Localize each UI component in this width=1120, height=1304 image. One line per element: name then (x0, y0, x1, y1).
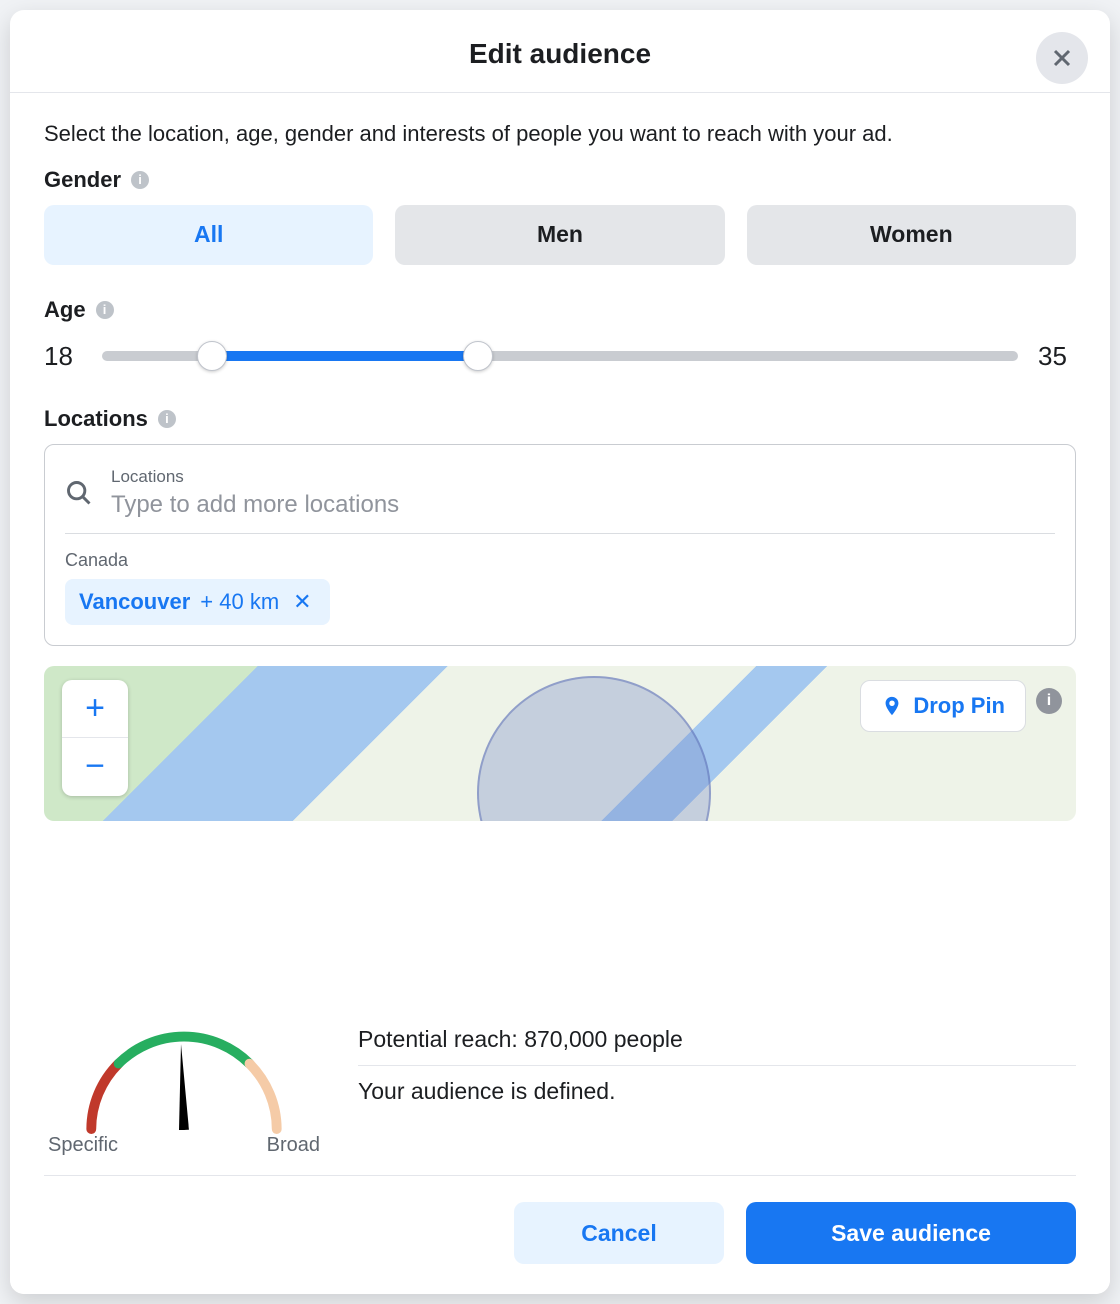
gender-option-women[interactable]: Women (747, 205, 1076, 265)
info-icon[interactable]: i (131, 171, 149, 189)
age-label: Age (44, 297, 86, 323)
age-slider-row: 18 35 (44, 341, 1076, 372)
map-zoom-in[interactable]: + (62, 680, 128, 738)
pin-icon (881, 695, 903, 717)
age-slider-fill (212, 351, 478, 361)
location-chip-radius: + 40 km (200, 589, 279, 615)
reach-text: Potential reach: 870,000 people Your aud… (358, 1020, 1076, 1105)
age-max-value: 35 (1038, 341, 1076, 372)
locations-box: Locations Canada Vancouver + 40 km ✕ (44, 444, 1076, 646)
age-slider-thumb-min[interactable] (197, 341, 227, 371)
gender-option-men[interactable]: Men (395, 205, 724, 265)
search-icon (65, 479, 93, 507)
intro-text: Select the location, age, gender and int… (44, 119, 1076, 149)
footer-buttons: Cancel Save audience (44, 1202, 1076, 1264)
save-audience-button[interactable]: Save audience (746, 1202, 1076, 1264)
map-zoom-control: + − (62, 680, 128, 796)
info-icon[interactable]: i (158, 410, 176, 428)
locations-label-row: Locations i (44, 406, 1076, 432)
reach-potential: Potential reach: 870,000 people (358, 1026, 1076, 1066)
gender-option-all[interactable]: All (44, 205, 373, 265)
reach-row: Specific Broad Potential reach: 870,000 … (44, 1020, 1076, 1176)
audience-gauge (74, 1020, 294, 1140)
map-preview[interactable]: + − Drop Pin i (44, 666, 1076, 821)
gender-segmented-control: All Men Women (44, 205, 1076, 265)
close-button[interactable] (1036, 32, 1088, 84)
age-label-row: Age i (44, 297, 1076, 323)
info-icon[interactable]: i (1036, 688, 1062, 714)
reach-status: Your audience is defined. (358, 1078, 1076, 1105)
location-chip[interactable]: Vancouver + 40 km ✕ (65, 579, 330, 625)
gauge-column: Specific Broad (44, 1020, 324, 1157)
age-slider-thumb-max[interactable] (463, 341, 493, 371)
drop-pin-label: Drop Pin (913, 693, 1005, 719)
modal-footer: Specific Broad Potential reach: 870,000 … (10, 1000, 1110, 1294)
modal-body: Select the location, age, gender and int… (10, 93, 1110, 1000)
close-icon (1050, 46, 1074, 70)
locations-label: Locations (44, 406, 148, 432)
locations-field-label: Locations (111, 467, 1055, 487)
map-zoom-out[interactable]: − (62, 738, 128, 796)
modal-title: Edit audience (30, 38, 1090, 70)
edit-audience-modal: Edit audience Select the location, age, … (10, 10, 1110, 1294)
drop-pin-button[interactable]: Drop Pin (860, 680, 1026, 732)
cancel-button[interactable]: Cancel (514, 1202, 724, 1264)
location-chip-city: Vancouver (79, 589, 190, 615)
locations-country: Canada (65, 550, 1055, 571)
modal-header: Edit audience (10, 10, 1110, 93)
gender-label: Gender (44, 167, 121, 193)
age-min-value: 18 (44, 341, 82, 372)
locations-search-row: Locations (65, 461, 1055, 534)
location-chip-remove[interactable]: ✕ (289, 589, 315, 615)
age-range-slider[interactable] (102, 351, 1018, 361)
info-icon[interactable]: i (96, 301, 114, 319)
locations-input[interactable] (111, 487, 1055, 519)
gender-label-row: Gender i (44, 167, 1076, 193)
